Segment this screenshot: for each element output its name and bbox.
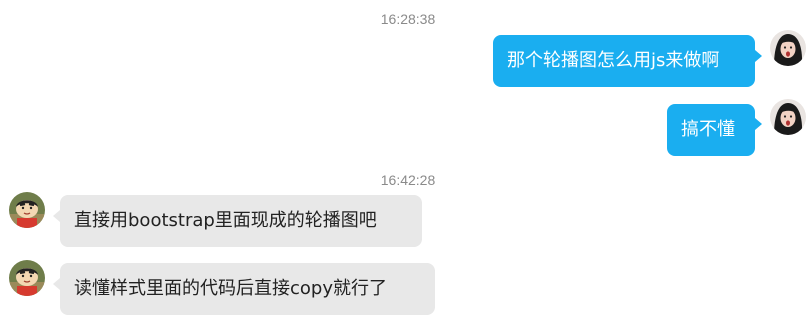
message-timestamp: 16:42:28 <box>380 172 436 188</box>
contact-avatar-image <box>9 192 45 228</box>
outgoing-message-bubble[interactable]: 搞不懂 <box>667 104 755 156</box>
incoming-message-bubble[interactable]: 直接用bootstrap里面现成的轮播图吧 <box>60 195 422 247</box>
chat-window: 16:28:38 那个轮播图怎么用js来做啊 搞不懂 16:42:28 直接用b… <box>0 0 812 326</box>
incoming-message-bubble[interactable]: 读懂样式里面的代码后直接copy就行了 <box>60 263 435 315</box>
bubble-tail <box>755 50 762 62</box>
message-timestamp: 16:28:38 <box>380 11 436 27</box>
contact-avatar[interactable] <box>9 192 45 228</box>
self-avatar-image <box>770 99 806 135</box>
contact-avatar-image <box>9 260 45 296</box>
outgoing-message-bubble[interactable]: 那个轮播图怎么用js来做啊 <box>493 35 755 87</box>
bubble-tail <box>755 118 762 130</box>
self-avatar[interactable] <box>770 99 806 135</box>
contact-avatar[interactable] <box>9 260 45 296</box>
self-avatar-image <box>770 30 806 66</box>
bubble-tail <box>53 210 60 222</box>
self-avatar[interactable] <box>770 30 806 66</box>
bubble-tail <box>53 278 60 290</box>
